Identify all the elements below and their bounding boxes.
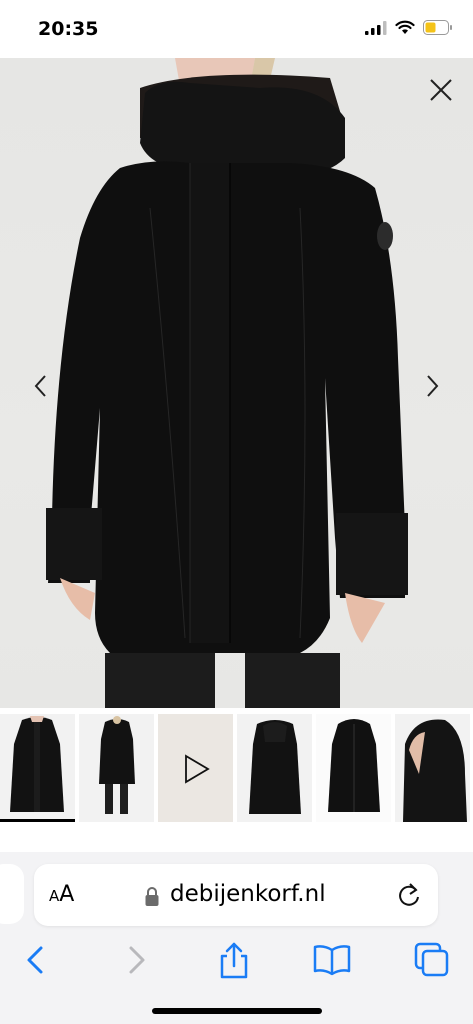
play-icon: [185, 754, 210, 784]
thumbnail-strip: [0, 714, 473, 826]
coat-illustration: [46, 58, 408, 708]
chevron-right-icon[interactable]: [419, 368, 445, 404]
thumbnail-front-view[interactable]: [0, 714, 75, 822]
cellular-signal-icon: [365, 20, 387, 35]
text-size-button[interactable]: AA: [49, 882, 74, 907]
previous-tab-preview[interactable]: [0, 864, 24, 924]
status-bar: 20:35: [0, 0, 473, 58]
thumbnail-hood-detail[interactable]: [395, 714, 470, 822]
thumbnail-product-only[interactable]: [316, 714, 391, 822]
thumbnail-back-view[interactable]: [237, 714, 312, 822]
forward-icon[interactable]: [116, 940, 156, 980]
share-icon[interactable]: [214, 940, 254, 980]
tabs-icon[interactable]: [412, 940, 452, 980]
reload-icon[interactable]: [396, 882, 422, 908]
battery-icon: [423, 20, 452, 35]
address-bar[interactable]: AA debijenkorf.nl: [34, 864, 438, 926]
home-indicator: [152, 1008, 322, 1014]
lock-icon: [145, 887, 159, 906]
main-product-image[interactable]: [0, 58, 473, 708]
wifi-icon: [395, 20, 415, 34]
thumbnail-full-body-view[interactable]: [79, 714, 154, 822]
browser-toolbar: [0, 934, 473, 984]
chevron-left-icon[interactable]: [28, 368, 54, 404]
browser-bottom-bar: AA debijenkorf.nl: [0, 852, 473, 1024]
status-icons: [365, 20, 453, 35]
status-time: 20:35: [38, 18, 99, 40]
back-icon[interactable]: [16, 940, 56, 980]
thumbnail-video[interactable]: [158, 714, 233, 822]
bookmarks-icon[interactable]: [312, 940, 352, 980]
close-icon[interactable]: [427, 76, 455, 104]
address-domain: debijenkorf.nl: [170, 881, 326, 907]
